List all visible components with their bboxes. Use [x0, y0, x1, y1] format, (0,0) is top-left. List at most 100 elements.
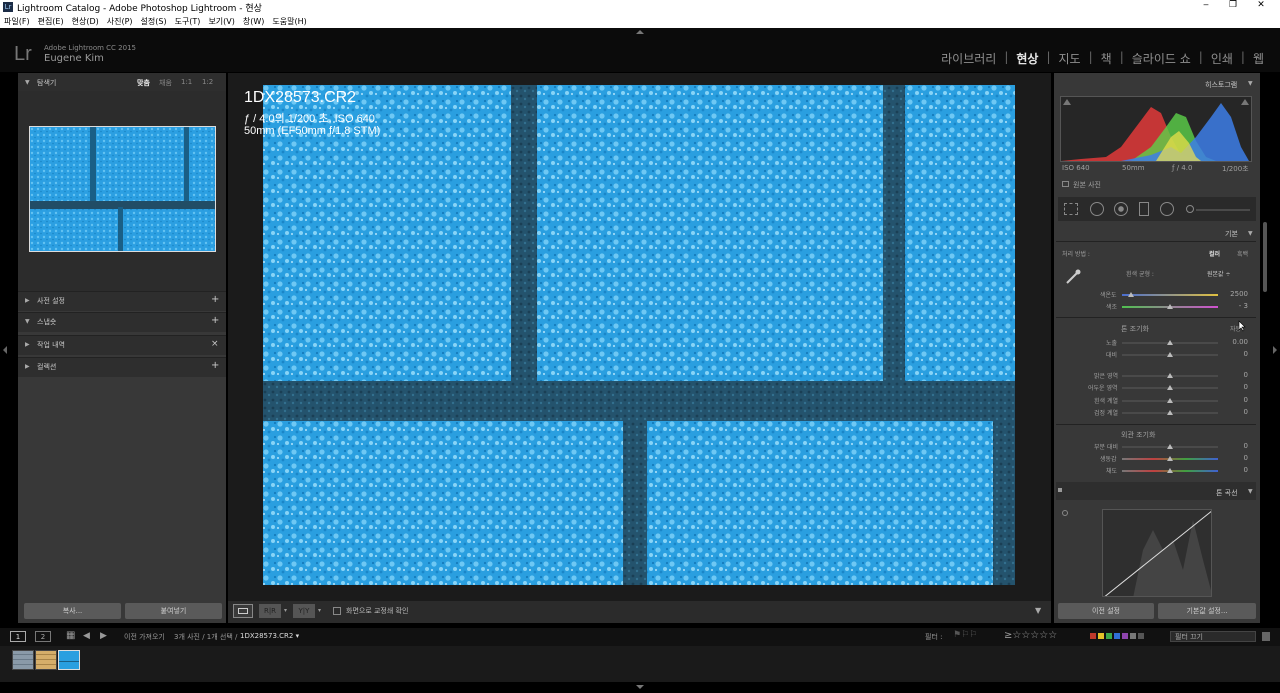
collapse-right-arrow-icon[interactable]: [1273, 346, 1277, 354]
tone-curve-collapse-icon[interactable]: ▼: [1248, 488, 1253, 495]
highlights-value[interactable]: 0: [1218, 371, 1248, 379]
clear-history-icon[interactable]: ×: [211, 339, 219, 349]
second-window-button[interactable]: 2: [35, 631, 51, 642]
navigator-thumbnail[interactable]: [29, 126, 216, 252]
module-library[interactable]: 라이브러리: [941, 50, 996, 67]
temp-value[interactable]: 2500: [1218, 290, 1248, 298]
vibrance-value[interactable]: 0: [1218, 454, 1248, 462]
shadow-clipping-icon[interactable]: [1063, 99, 1071, 105]
filmstrip-current-file[interactable]: 1DX28573.CR2 ▾: [240, 632, 299, 640]
menu-help[interactable]: 도움말(H): [272, 16, 306, 27]
minimize-button[interactable]: ‒: [1196, 0, 1216, 10]
radial-filter-icon[interactable]: [1160, 202, 1174, 216]
brush-size-slider[interactable]: [1196, 209, 1250, 211]
contrast-value[interactable]: 0: [1218, 350, 1248, 358]
zoom-fill[interactable]: 채움: [159, 78, 172, 88]
main-photo[interactable]: [263, 85, 1015, 585]
original-photo-checkbox[interactable]: [1062, 181, 1069, 187]
filter-lock-icon[interactable]: [1262, 632, 1270, 641]
menu-develop[interactable]: 현상(D): [72, 16, 99, 27]
paste-settings-button[interactable]: 붙여넣기: [125, 603, 222, 619]
filmstrip-source[interactable]: 이전 가져오기: [124, 632, 165, 642]
tone-curve-toggle-icon[interactable]: [1058, 488, 1062, 492]
color-label-filter[interactable]: [1090, 633, 1144, 639]
add-preset-icon[interactable]: +: [211, 294, 219, 305]
highlight-clipping-icon[interactable]: [1241, 99, 1249, 105]
zoom-1-2[interactable]: 1:2: [202, 78, 213, 86]
whites-value[interactable]: 0: [1218, 396, 1248, 404]
white-balance-eyedropper-icon[interactable]: [1064, 268, 1082, 286]
swap-before-after-button[interactable]: Y|Y: [293, 604, 315, 618]
presets-expand-icon[interactable]: ▶: [25, 297, 30, 304]
collapse-left-arrow-icon[interactable]: [3, 346, 7, 354]
back-arrow-icon[interactable]: ◀: [83, 631, 90, 641]
module-develop[interactable]: 현상: [1016, 50, 1038, 67]
menu-tools[interactable]: 도구(T): [175, 16, 201, 27]
basic-collapse-icon[interactable]: ▼: [1248, 230, 1253, 237]
close-button[interactable]: ✕: [1251, 0, 1271, 10]
reset-button[interactable]: 기본값 설정...: [1158, 603, 1256, 619]
before-after-view-button[interactable]: R|R: [259, 604, 281, 618]
module-map[interactable]: 지도: [1059, 50, 1081, 67]
flag-filter-icon[interactable]: ⚑⚐⚐: [953, 630, 977, 640]
shadows-slider-knob[interactable]: [1167, 385, 1173, 390]
treatment-bw[interactable]: 흑백: [1237, 249, 1248, 258]
zoom-1-1[interactable]: 1:1: [181, 78, 192, 86]
menu-file[interactable]: 파일(F): [4, 16, 30, 27]
right-panel-scrollbar[interactable]: [1263, 222, 1267, 292]
temp-slider[interactable]: [1122, 294, 1218, 296]
vibrance-slider-knob[interactable]: [1167, 456, 1173, 461]
loupe-view-button[interactable]: [233, 604, 253, 618]
collections-expand-icon[interactable]: ▶: [25, 363, 30, 370]
grid-view-icon[interactable]: ▦: [66, 630, 75, 641]
blacks-slider-knob[interactable]: [1167, 410, 1173, 415]
module-slideshow[interactable]: 슬라이드 쇼: [1132, 50, 1191, 67]
clarity-slider-knob[interactable]: [1167, 444, 1173, 449]
tone-curve-graph[interactable]: [1102, 509, 1212, 597]
before-after-dropdown-icon[interactable]: ▾: [284, 607, 287, 614]
add-snapshot-icon[interactable]: +: [211, 315, 219, 326]
exposure-value[interactable]: 0.00: [1218, 338, 1248, 346]
rating-filter-icon[interactable]: ≥☆☆☆☆☆: [1004, 630, 1057, 641]
module-print[interactable]: 인쇄: [1211, 50, 1233, 67]
add-collection-icon[interactable]: +: [211, 360, 219, 371]
tint-slider-knob[interactable]: [1167, 304, 1173, 309]
saturation-slider-knob[interactable]: [1167, 468, 1173, 473]
toolbar-menu-icon[interactable]: ▼: [1035, 606, 1041, 615]
clarity-value[interactable]: 0: [1218, 442, 1248, 450]
zoom-fit[interactable]: 맞춤: [137, 78, 150, 88]
collapse-top-arrow-icon[interactable]: [636, 30, 644, 34]
menu-settings[interactable]: 설정(S): [141, 16, 167, 27]
main-window-button[interactable]: 1: [10, 631, 26, 642]
red-eye-icon[interactable]: [1114, 202, 1128, 216]
contrast-slider-knob[interactable]: [1167, 352, 1173, 357]
menu-edit[interactable]: 편집(E): [38, 16, 64, 27]
saturation-value[interactable]: 0: [1218, 466, 1248, 474]
snapshots-expand-icon[interactable]: ▼: [25, 318, 30, 325]
restore-button[interactable]: ❐: [1223, 0, 1243, 10]
treatment-color[interactable]: 컬러: [1209, 249, 1220, 258]
soft-proof-checkbox[interactable]: [333, 607, 341, 615]
history-expand-icon[interactable]: ▶: [25, 341, 30, 348]
menu-window[interactable]: 창(W): [243, 16, 265, 27]
previous-settings-button[interactable]: 이전 설정: [1058, 603, 1154, 619]
graduated-filter-icon[interactable]: [1139, 202, 1149, 216]
histogram-chart[interactable]: [1060, 96, 1252, 162]
collapse-bottom-arrow-icon[interactable]: [636, 685, 644, 689]
module-book[interactable]: 책: [1101, 50, 1112, 67]
menu-view[interactable]: 보기(V): [208, 16, 234, 27]
menu-photo[interactable]: 사진(P): [107, 16, 133, 27]
blacks-value[interactable]: 0: [1218, 408, 1248, 416]
filmstrip-thumb-2[interactable]: [35, 650, 57, 670]
filter-dropdown[interactable]: 필터 끄기: [1170, 631, 1256, 642]
swap-dropdown-icon[interactable]: ▾: [318, 607, 321, 614]
whites-slider-knob[interactable]: [1167, 398, 1173, 403]
forward-arrow-icon[interactable]: ▶: [100, 631, 107, 641]
shadows-value[interactable]: 0: [1218, 383, 1248, 391]
module-web[interactable]: 웹: [1253, 50, 1264, 67]
filmstrip-thumb-1[interactable]: [12, 650, 34, 670]
highlights-slider-knob[interactable]: [1167, 373, 1173, 378]
navigator-expand-icon[interactable]: ▼: [25, 79, 30, 86]
wb-dropdown[interactable]: 원본값 ÷: [1207, 269, 1231, 278]
filmstrip-thumb-3-selected[interactable]: [58, 650, 80, 670]
